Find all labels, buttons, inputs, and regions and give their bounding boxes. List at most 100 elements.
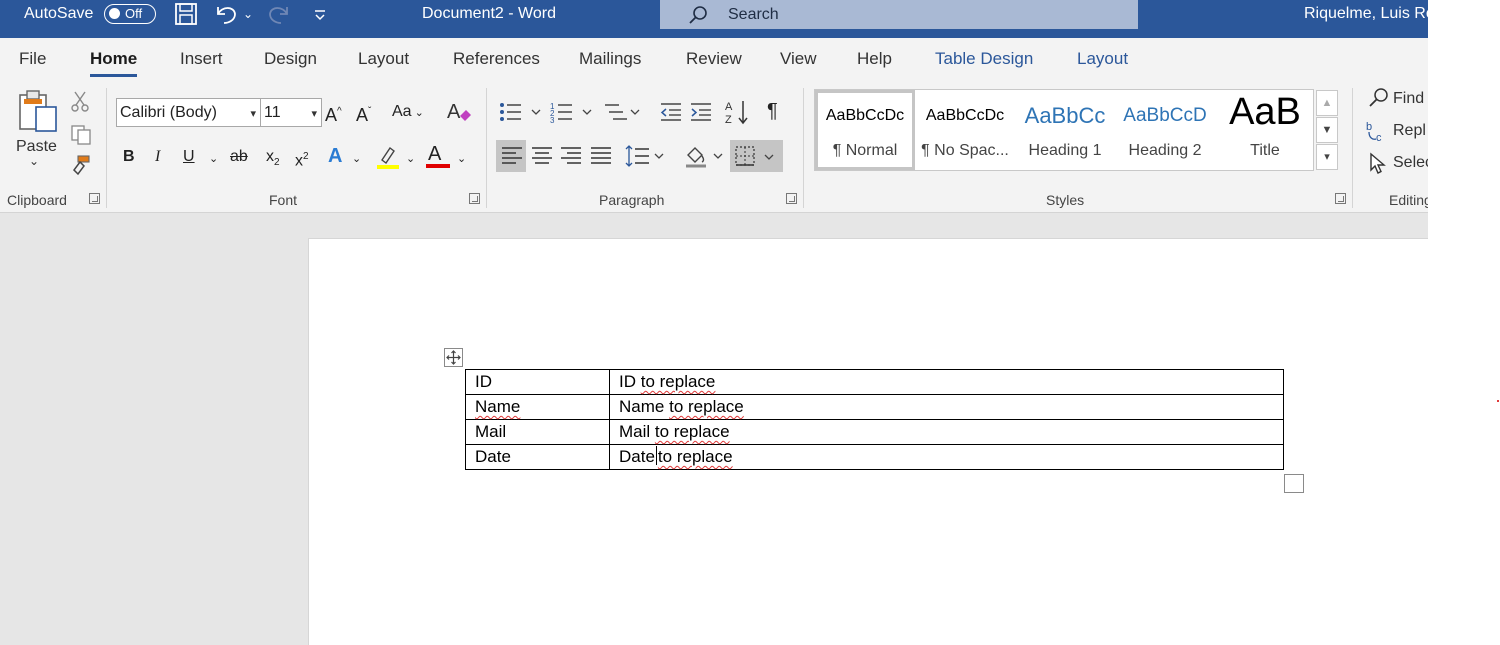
highlight-dropdown-icon[interactable]: ⌄ — [406, 147, 415, 171]
highlight-icon[interactable] — [376, 144, 400, 175]
styles-scroll-down-icon[interactable]: ▼ — [1316, 117, 1338, 143]
table-row[interactable]: Mail Mail to replace — [465, 419, 1284, 445]
cell-value-text: ID — [619, 372, 636, 391]
undo-icon[interactable] — [213, 2, 239, 32]
table-cell-value[interactable]: Mail to replace — [609, 419, 1284, 445]
italic-button[interactable]: I — [155, 145, 160, 169]
justify-icon[interactable] — [589, 145, 613, 172]
style-normal[interactable]: AaBbCcDc ¶ Normal — [815, 90, 915, 170]
underline-dropdown-icon[interactable]: ⌄ — [209, 147, 218, 171]
increase-indent-icon[interactable] — [689, 100, 713, 129]
paste-icon[interactable] — [16, 89, 60, 138]
bold-button[interactable]: B — [123, 145, 135, 169]
tab-review[interactable]: Review — [686, 38, 742, 80]
clear-formatting-icon[interactable]: A — [446, 100, 472, 129]
subscript-button[interactable]: x2 — [266, 145, 280, 175]
group-separator — [486, 88, 487, 208]
undo-dropdown-icon[interactable]: ⌄ — [243, 2, 253, 26]
strikethrough-button[interactable]: ab — [230, 145, 248, 169]
style-no-spacing[interactable]: AaBbCcDc ¶ No Spac... — [915, 90, 1015, 170]
show-formatting-button[interactable]: ¶ — [767, 99, 778, 123]
font-size-dropdown[interactable]: 11 ▾ — [260, 98, 322, 127]
style-preview: AaBbCcDc — [925, 107, 1005, 124]
table-move-handle-icon[interactable] — [444, 348, 463, 367]
replace-icon[interactable]: bc — [1366, 119, 1390, 148]
svg-text:Z: Z — [725, 114, 732, 126]
font-color-icon[interactable]: A — [428, 142, 441, 166]
grow-font-icon[interactable]: A^ — [325, 100, 342, 127]
change-case-button[interactable]: Aa ⌄ — [392, 100, 424, 125]
redo-icon[interactable] — [266, 2, 292, 32]
borders-icon[interactable] — [734, 145, 780, 174]
tab-mailings[interactable]: Mailings — [579, 38, 641, 80]
tab-references[interactable]: References — [453, 38, 540, 80]
decrease-indent-icon[interactable] — [659, 100, 683, 129]
paste-dropdown-icon[interactable]: ⌄ — [29, 154, 39, 168]
tab-help[interactable]: Help — [857, 38, 892, 80]
copy-icon[interactable] — [70, 124, 92, 151]
font-launcher-icon[interactable] — [469, 193, 480, 204]
clipboard-launcher-icon[interactable] — [89, 193, 100, 204]
superscript-button[interactable]: x2 — [295, 145, 309, 173]
text-effects-icon[interactable]: A — [328, 144, 342, 168]
tab-table-design[interactable]: Table Design — [935, 38, 1033, 80]
find-icon[interactable] — [1368, 87, 1390, 114]
cell-key-text: Mail — [475, 422, 507, 441]
search-icon — [688, 4, 710, 31]
table-cell-value[interactable]: Date to replace — [609, 444, 1284, 470]
user-name[interactable]: Riquelme, Luis Ro — [1304, 0, 1428, 28]
table-cell-key[interactable]: Mail — [465, 419, 610, 445]
table-resize-handle-icon[interactable] — [1284, 474, 1304, 493]
multilevel-list-icon[interactable] — [603, 100, 643, 129]
format-painter-icon[interactable] — [68, 154, 92, 181]
document-title: Document2 - Word — [422, 5, 556, 22]
table-cell-key[interactable]: ID — [465, 369, 610, 395]
autosave-state: Off — [125, 6, 143, 21]
cut-icon[interactable] — [70, 90, 90, 117]
underline-button[interactable]: U — [183, 145, 195, 169]
shading-icon[interactable] — [684, 143, 728, 174]
styles-launcher-icon[interactable] — [1335, 193, 1346, 204]
tab-file[interactable]: File — [19, 38, 46, 80]
align-left-icon[interactable] — [500, 145, 524, 172]
select-icon[interactable] — [1368, 152, 1388, 179]
tab-table-layout[interactable]: Layout — [1077, 38, 1128, 80]
find-button[interactable]: Find — [1393, 90, 1424, 108]
paragraph-launcher-icon[interactable] — [786, 193, 797, 204]
select-button[interactable]: Selec — [1393, 154, 1428, 172]
customize-qat-icon[interactable] — [312, 2, 328, 32]
table-cell-key[interactable]: Name — [465, 394, 610, 420]
style-heading-1[interactable]: AaBbCc Heading 1 — [1015, 90, 1115, 170]
style-heading-2[interactable]: AaBbCcD Heading 2 — [1115, 90, 1215, 170]
table-cell-value[interactable]: ID to replace — [609, 369, 1284, 395]
styles-more-icon[interactable]: ▾ — [1316, 144, 1338, 170]
align-right-icon[interactable] — [559, 145, 583, 172]
font-name-dropdown[interactable]: Calibri (Body) ▾ — [116, 98, 261, 127]
document-table[interactable]: ID ID to replace Name Name to replace Mail Ma… — [465, 369, 1284, 470]
tab-home[interactable]: Home — [90, 38, 138, 80]
table-row[interactable]: ID ID to replace — [465, 369, 1284, 395]
tab-layout[interactable]: Layout — [358, 38, 409, 80]
style-title[interactable]: AaB Title — [1215, 90, 1315, 170]
bullets-icon[interactable] — [499, 100, 545, 129]
align-center-icon[interactable] — [530, 145, 554, 172]
table-row[interactable]: Name Name to replace — [465, 394, 1284, 420]
table-cell-key[interactable]: Date — [465, 444, 610, 470]
tab-design[interactable]: Design — [264, 38, 317, 80]
group-separator — [803, 88, 804, 208]
replace-button[interactable]: Repl — [1393, 122, 1426, 140]
tab-insert[interactable]: Insert — [180, 38, 223, 80]
numbering-icon[interactable]: 123 — [550, 100, 596, 129]
shrink-font-icon[interactable]: Aˇ — [356, 100, 371, 127]
table-cell-value[interactable]: Name to replace — [609, 394, 1284, 420]
autosave-toggle[interactable]: Off — [104, 4, 156, 24]
save-icon[interactable] — [174, 2, 198, 32]
tab-view[interactable]: View — [780, 38, 817, 80]
styles-scroll-up-icon[interactable]: ▲ — [1316, 90, 1338, 116]
line-spacing-icon[interactable] — [625, 144, 669, 173]
table-row[interactable]: Date Date to replace — [465, 444, 1284, 470]
sort-icon[interactable]: AZ — [725, 98, 751, 131]
text-effects-dropdown-icon[interactable]: ⌄ — [352, 147, 361, 171]
font-color-dropdown-icon[interactable]: ⌄ — [457, 147, 466, 171]
search-box[interactable]: Search — [660, 0, 1138, 29]
